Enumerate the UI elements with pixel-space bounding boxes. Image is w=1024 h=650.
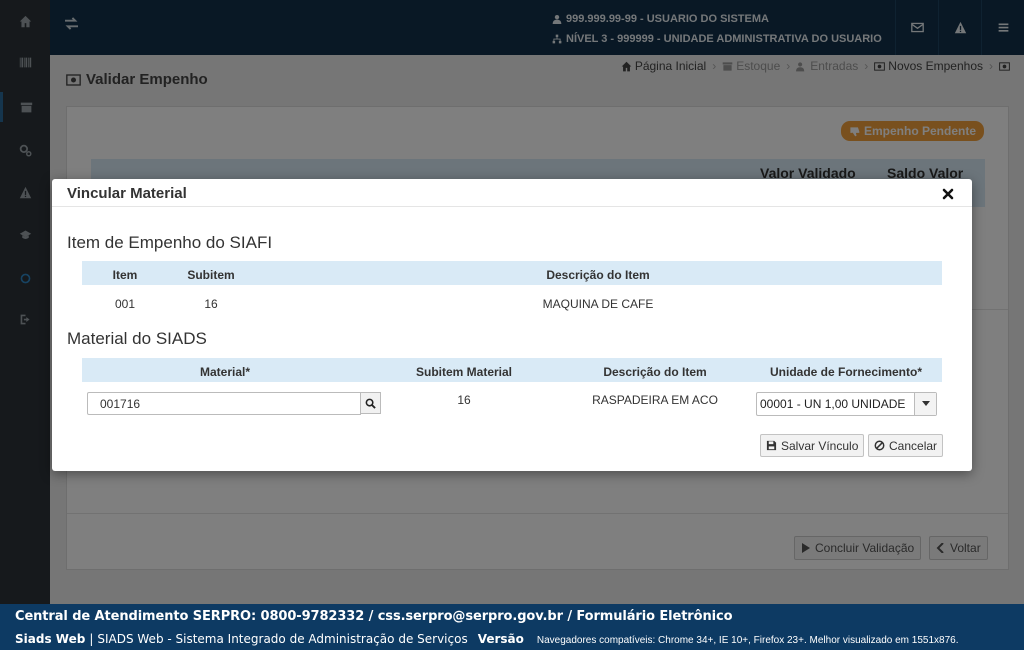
siafi-descricao-cell: MAQUINA DE CAFE: [542, 297, 654, 311]
footer-contact: Central de Atendimento SERPRO: 0800-9782…: [15, 609, 733, 624]
footer-pipe: |: [89, 632, 94, 646]
siafi-col-item: Item: [112, 268, 138, 282]
siads-descricao-cell: RASPADEIRA EM ACO: [592, 393, 718, 407]
siafi-table-header: Item Subitem Descrição do Item: [82, 261, 942, 287]
modal-title: Vincular Material: [67, 185, 187, 202]
cancelar-button[interactable]: Cancelar: [868, 434, 944, 457]
salvar-vinculo-label: Salvar Vínculo: [781, 438, 859, 453]
footer: Central de Atendimento SERPRO: 0800-9782…: [0, 604, 1024, 650]
siafi-col-descricao: Descrição do Item: [546, 268, 650, 282]
unidade-fornecimento-select[interactable]: 00001 - UN 1,00 UNIDADE: [756, 392, 937, 416]
unidade-selected-value: 00001 - UN 1,00 UNIDADE: [760, 397, 906, 411]
siads-section-title: Material do SIADS: [67, 329, 207, 348]
footer-version-label: Versão: [477, 632, 524, 646]
footer-browsers: Navegadores compatíveis: Chrome 34+, IE …: [536, 635, 959, 646]
siads-table-header: Material* Subitem Material Descrição do …: [82, 358, 942, 384]
siads-col-unidade: Unidade de Fornecimento*: [769, 365, 923, 379]
material-input[interactable]: [87, 392, 361, 415]
siads-col-descricao: Descrição do Item: [603, 365, 707, 379]
ban-icon: [874, 440, 885, 451]
footer-info: Siads Web | SIADS Web - Sistema Integrad…: [15, 632, 959, 646]
footer-app-name: Siads Web: [15, 632, 86, 646]
vincular-material-modal: Vincular Material Item de Empenho do SIA…: [52, 179, 972, 471]
siafi-subitem-cell: 16: [204, 297, 218, 311]
footer-app-desc: SIADS Web - Sistema Integrado de Adminis…: [97, 632, 468, 646]
siads-col-material: Material*: [199, 365, 251, 379]
siads-col-subitem: Subitem Material: [415, 365, 513, 379]
salvar-vinculo-button[interactable]: Salvar Vínculo: [760, 434, 865, 457]
save-icon: [766, 440, 777, 451]
siads-subitem-cell: 16: [457, 393, 471, 407]
search-icon: [365, 398, 376, 409]
siafi-section-title: Item de Empenho do SIAFI: [67, 233, 273, 252]
modal-header: Vincular Material: [52, 179, 972, 207]
close-icon[interactable]: [941, 187, 955, 201]
chevron-down-icon[interactable]: [914, 393, 936, 415]
material-search-button[interactable]: [360, 392, 381, 414]
siafi-col-subitem: Subitem: [187, 268, 235, 282]
cancelar-label: Cancelar: [889, 438, 938, 453]
siafi-item-cell: 001: [114, 297, 136, 311]
